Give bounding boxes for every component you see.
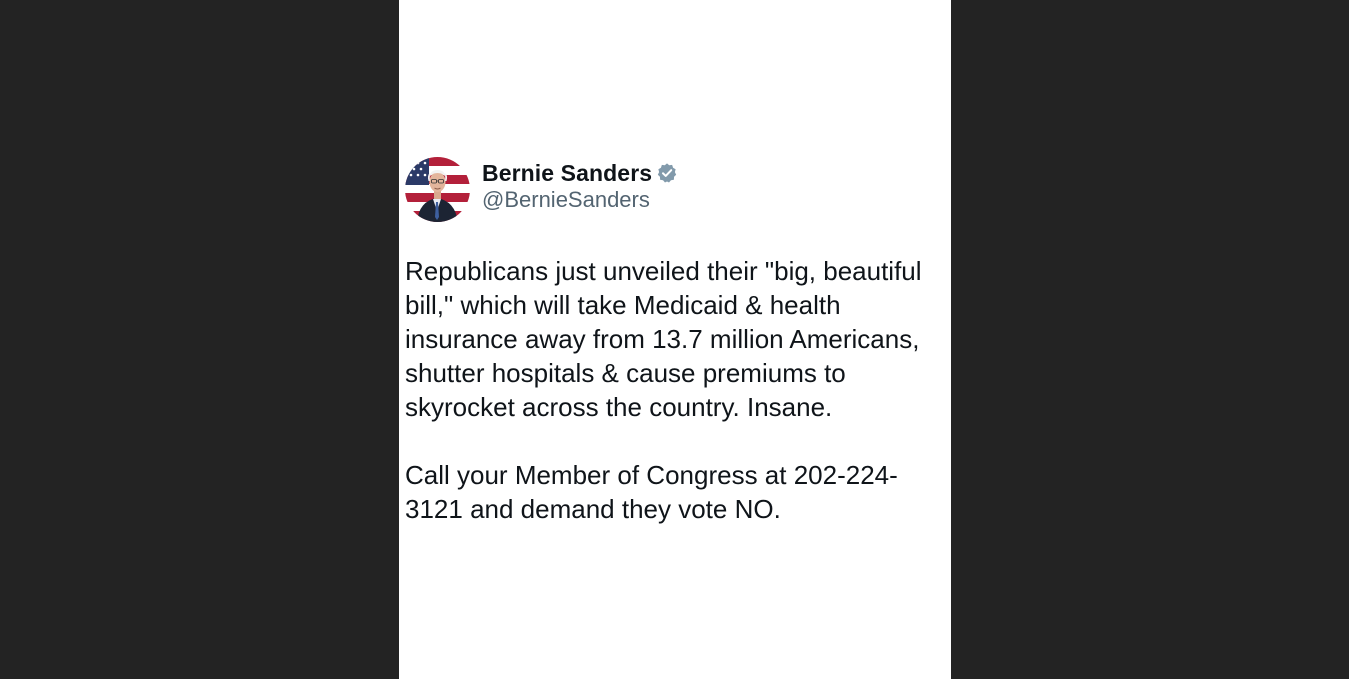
tweet-paragraph: Call your Member of Congress at 202-224-…: [405, 460, 898, 524]
display-name-row: Bernie Sanders: [482, 159, 678, 187]
verified-badge-icon[interactable]: [656, 162, 678, 184]
tweet-body: Republicans just unveiled their "big, be…: [405, 254, 949, 526]
user-handle[interactable]: @BernieSanders: [482, 187, 678, 213]
display-name[interactable]: Bernie Sanders: [482, 160, 652, 187]
tweet-header: Bernie Sanders @BernieSanders: [405, 156, 678, 222]
tweet-card: Bernie Sanders @BernieSanders Republican…: [399, 0, 951, 679]
screenshot-backdrop: Bernie Sanders @BernieSanders Republican…: [0, 0, 1349, 679]
avatar[interactable]: [405, 156, 470, 222]
profile-photo-icon: [405, 156, 470, 222]
tweet-paragraph: Republicans just unveiled their "big, be…: [405, 256, 922, 422]
author-names: Bernie Sanders @BernieSanders: [482, 159, 678, 213]
